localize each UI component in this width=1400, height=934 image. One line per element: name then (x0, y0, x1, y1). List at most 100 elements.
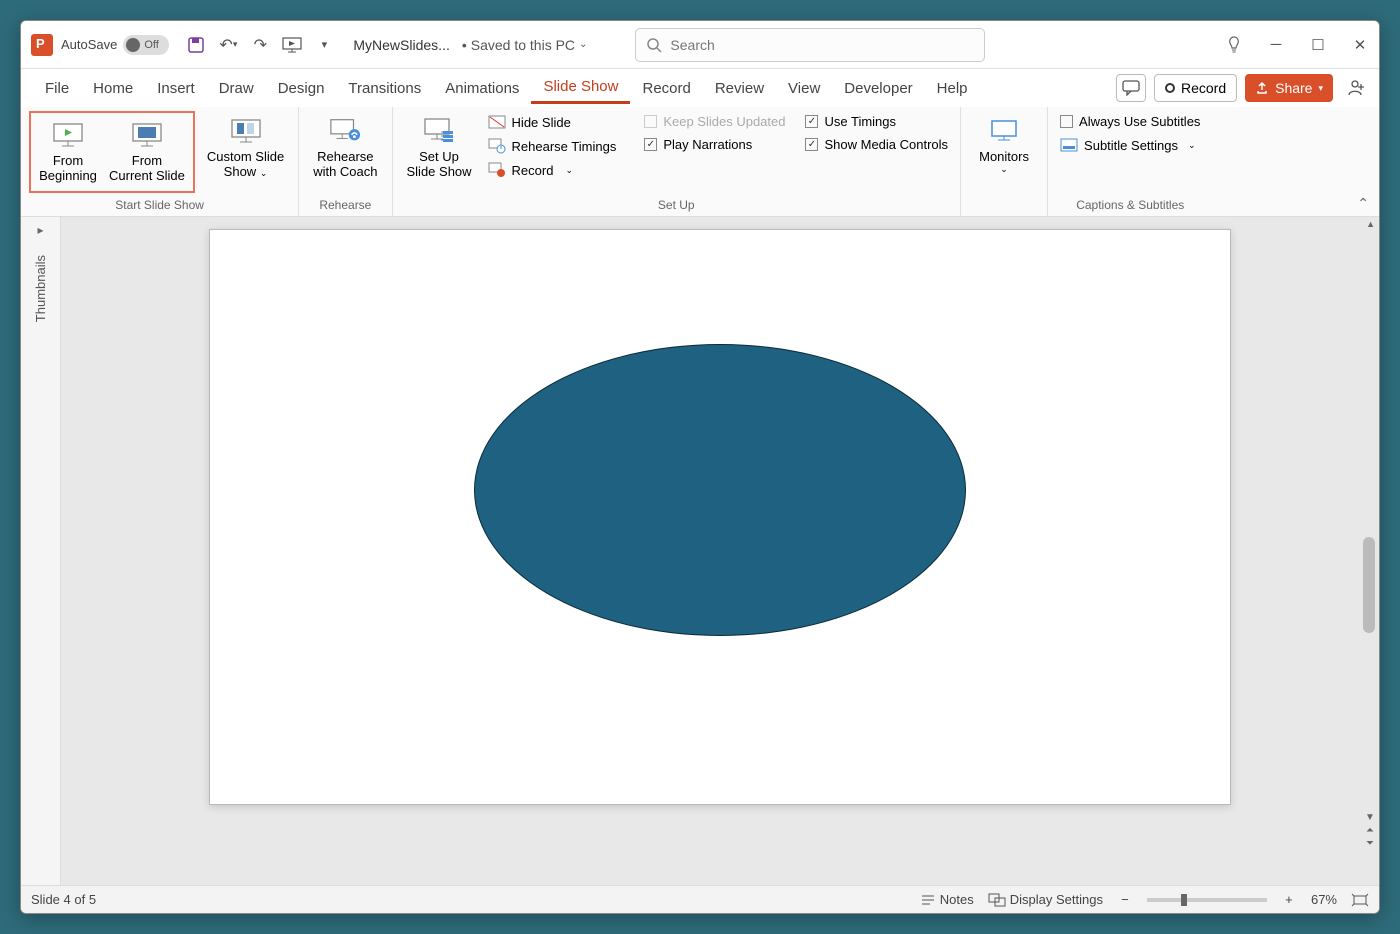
save-button[interactable] (185, 34, 207, 56)
from-beginning-button[interactable]: From Beginning (33, 115, 103, 189)
zoom-out-button[interactable]: − (1117, 892, 1133, 907)
play-from-beginning-icon (52, 121, 84, 149)
tab-draw[interactable]: Draw (207, 74, 266, 103)
tab-transitions[interactable]: Transitions (336, 74, 433, 103)
rehearse-coach-icon (329, 117, 361, 145)
tab-file[interactable]: File (33, 74, 81, 103)
close-button[interactable]: ✕ (1351, 36, 1369, 54)
powerpoint-icon (31, 34, 53, 56)
notes-button[interactable]: Notes (920, 892, 974, 907)
custom-slideshow-button[interactable]: Custom Slide Show ⌄ (201, 111, 290, 185)
save-status[interactable]: • Saved to this PC ⌄ (462, 37, 588, 53)
rehearse-with-coach-button[interactable]: Rehearse with Coach (307, 111, 383, 185)
search-box[interactable] (635, 28, 985, 62)
minimize-button[interactable]: ─ (1267, 36, 1285, 54)
tab-animations[interactable]: Animations (433, 74, 531, 103)
fit-to-window-button[interactable] (1351, 893, 1369, 907)
start-from-beginning-qat[interactable] (281, 34, 303, 56)
tab-view[interactable]: View (776, 74, 832, 103)
scroll-thumb[interactable] (1363, 537, 1375, 633)
hide-slide-button[interactable]: Hide Slide (484, 111, 621, 133)
record-dot-icon (1165, 83, 1175, 93)
slide-canvas-area[interactable]: ▲ ▼ ⏶ ⏷ (61, 217, 1379, 885)
workspace: ▸ Thumbnails ▲ ▼ ⏶ ⏷ (21, 217, 1379, 885)
vertical-scrollbar[interactable]: ▲ (1361, 217, 1377, 851)
tab-help[interactable]: Help (925, 74, 980, 103)
toggle-knob (126, 38, 140, 52)
setup-slideshow-icon (423, 117, 455, 145)
tab-insert[interactable]: Insert (145, 74, 207, 103)
redo-button[interactable]: ↷ (249, 34, 271, 56)
checkbox-icon (1060, 115, 1073, 128)
group-setup: Set Up Slide Show Hide Slide Rehearse Ti… (393, 107, 962, 216)
display-settings-button[interactable]: Display Settings (988, 892, 1103, 907)
monitors-icon (988, 117, 1020, 145)
toggle-switch[interactable]: Off (123, 35, 169, 55)
rehearse-timings-button[interactable]: Rehearse Timings (484, 135, 621, 157)
from-current-slide-button[interactable]: From Current Slide (103, 115, 191, 189)
zoom-in-button[interactable]: + (1281, 892, 1297, 907)
expand-thumbnails-icon[interactable]: ▸ (37, 223, 43, 237)
next-slide-icon[interactable]: ⏷ (1363, 838, 1377, 849)
record-tab-button[interactable]: Record (1154, 74, 1237, 102)
record-dropdown-button[interactable]: Record ⌄ (484, 159, 621, 181)
subtitle-settings-button[interactable]: Subtitle Settings ⌄ (1056, 134, 1204, 156)
zoom-slider-knob[interactable] (1181, 894, 1187, 906)
scroll-down-icon[interactable]: ▼ (1363, 812, 1377, 823)
monitors-button[interactable]: Monitors ⌄ (969, 111, 1039, 181)
show-media-controls-checkbox[interactable]: Show Media Controls (801, 134, 952, 155)
play-from-current-icon (131, 121, 163, 149)
notes-icon (920, 894, 936, 906)
collapse-ribbon-button[interactable]: ⌃ (1347, 191, 1379, 216)
document-filename[interactable]: MyNewSlides... (353, 37, 449, 53)
tab-developer[interactable]: Developer (832, 74, 924, 103)
oval-shape[interactable] (474, 344, 966, 636)
always-use-subtitles-checkbox[interactable]: Always Use Subtitles (1056, 111, 1204, 132)
highlight-annotation: From Beginning From Current Slide (29, 111, 195, 193)
comments-button[interactable] (1116, 74, 1146, 102)
autosave-toggle[interactable]: AutoSave Off (61, 35, 169, 55)
group-label-setup: Set Up (401, 198, 953, 216)
checkbox-icon (644, 138, 657, 151)
group-label-rehearse: Rehearse (307, 198, 383, 216)
thumbnails-label: Thumbnails (33, 255, 48, 322)
group-monitors: Monitors ⌄ (961, 107, 1048, 216)
setup-checks-2: Use Timings Show Media Controls (801, 111, 952, 155)
help-hint-icon[interactable] (1225, 36, 1243, 54)
setup-slideshow-button[interactable]: Set Up Slide Show (401, 111, 478, 185)
prev-slide-icon[interactable]: ⏶ (1363, 825, 1377, 836)
search-icon (646, 37, 662, 53)
group-captions: Always Use Subtitles Subtitle Settings ⌄… (1048, 107, 1212, 216)
zoom-slider[interactable] (1147, 898, 1267, 902)
tab-home[interactable]: Home (81, 74, 145, 103)
use-timings-checkbox[interactable]: Use Timings (801, 111, 952, 132)
tab-slideshow[interactable]: Slide Show (531, 72, 630, 104)
zoom-percent[interactable]: 67% (1311, 892, 1337, 907)
ribbon: From Beginning From Current Slide (21, 107, 1379, 217)
checkbox-icon (644, 115, 657, 128)
present-user-icon[interactable] (1347, 78, 1367, 98)
autosave-label: AutoSave (61, 37, 117, 52)
search-input[interactable] (670, 37, 974, 53)
tab-design[interactable]: Design (266, 74, 337, 103)
tab-record[interactable]: Record (630, 74, 702, 103)
maximize-button[interactable]: ☐ (1309, 36, 1327, 54)
thumbnails-pane-collapsed[interactable]: ▸ Thumbnails (21, 217, 61, 885)
checkbox-icon (805, 115, 818, 128)
customize-qat-button[interactable]: ▾ (313, 34, 335, 56)
captions-stack: Always Use Subtitles Subtitle Settings ⌄ (1056, 111, 1204, 156)
tab-right-controls: Record Share ▾ (1116, 74, 1367, 102)
slide-counter[interactable]: Slide 4 of 5 (31, 892, 96, 907)
status-right: Notes Display Settings − + 67% (920, 892, 1369, 907)
slide-nav-arrows: ▼ ⏶ ⏷ (1363, 812, 1377, 849)
subtitle-settings-icon (1060, 137, 1078, 153)
scroll-up-arrow-icon[interactable]: ▲ (1366, 219, 1375, 229)
undo-button[interactable]: ↶▾ (217, 34, 239, 56)
slide[interactable] (209, 229, 1231, 805)
play-narrations-checkbox[interactable]: Play Narrations (640, 134, 789, 155)
share-icon (1255, 81, 1269, 95)
app-window: AutoSave Off ↶▾ ↷ ▾ MyNewSlides... • Sav… (20, 20, 1380, 914)
tab-review[interactable]: Review (703, 74, 776, 103)
share-button[interactable]: Share ▾ (1245, 74, 1333, 102)
group-start-slideshow: From Beginning From Current Slide (21, 107, 299, 216)
